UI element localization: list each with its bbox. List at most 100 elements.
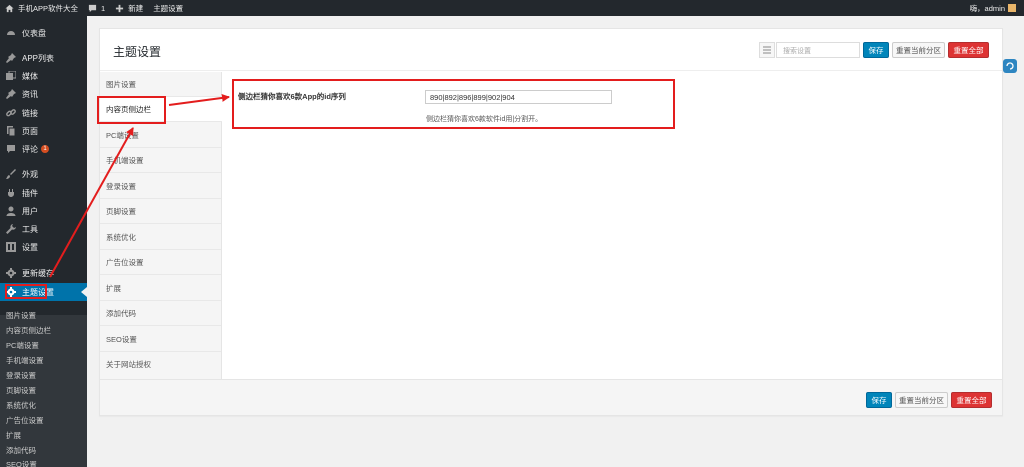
- submenu-item-seo[interactable]: SEO设置: [6, 459, 37, 467]
- app-id-sequence-input[interactable]: [425, 90, 612, 104]
- sidebar-item-label: 设置: [22, 242, 38, 252]
- gear-icon: [5, 286, 17, 298]
- sidebar-item-label: 更新缓存: [22, 268, 54, 278]
- footer-reset-section-button[interactable]: 重置当前分区: [895, 392, 948, 408]
- tab-mobile-settings[interactable]: 手机端设置: [100, 148, 221, 173]
- theme-settings-label: 主题设置: [153, 3, 184, 13]
- tab-system-optimization[interactable]: 系统优化: [100, 225, 221, 250]
- pin-icon: [5, 52, 17, 64]
- tab-content-sidebar[interactable]: 内容页侧边栏: [100, 97, 222, 122]
- submenu-item-image[interactable]: 图片设置: [6, 310, 36, 321]
- settings-tabs: 图片设置 内容页侧边栏 PC端设置 手机端设置 登录设置 页脚设置 系统优化 广…: [100, 72, 222, 379]
- list-icon: [763, 46, 771, 54]
- plus-icon: [116, 4, 124, 12]
- user-icon: [5, 205, 17, 217]
- sidebar-item-tools[interactable]: 工具: [0, 220, 87, 238]
- comment-count-badge: 1: [41, 145, 49, 153]
- tab-site-license[interactable]: 关于网站授权: [100, 352, 221, 377]
- tab-seo-settings[interactable]: SEO设置: [100, 327, 221, 352]
- submenu-item-mobile[interactable]: 手机端设置: [6, 355, 44, 366]
- new-content-link[interactable]: 新建: [110, 0, 148, 16]
- submenu-item-ads[interactable]: 广告位设置: [6, 415, 44, 426]
- tab-login-settings[interactable]: 登录设置: [100, 174, 221, 199]
- plugin-icon: [5, 187, 17, 199]
- submenu-item-optimization[interactable]: 系统优化: [6, 400, 36, 411]
- sidebar-item-label: 外观: [22, 169, 38, 179]
- tab-pc-settings[interactable]: PC端设置: [100, 123, 221, 148]
- admin-sidebar: 仪表盘 APP列表 媒体 资讯 链接 页面 评论 1 外观 插件 用户 工具 设…: [0, 16, 87, 467]
- brush-icon: [5, 168, 17, 180]
- comment-count: 1: [101, 3, 106, 13]
- submenu-item-footer[interactable]: 页脚设置: [6, 385, 36, 396]
- dashboard-icon: [5, 27, 17, 39]
- home-icon: [5, 4, 14, 12]
- comment-icon: [88, 4, 97, 12]
- link-icon: [5, 107, 17, 119]
- sidebar-item-update-cache[interactable]: 更新缓存: [0, 264, 87, 282]
- sidebar-item-users[interactable]: 用户: [0, 202, 87, 220]
- tab-add-code[interactable]: 添加代码: [100, 301, 221, 326]
- sidebar-item-label: 评论: [22, 144, 38, 154]
- tab-footer-settings[interactable]: 页脚设置: [100, 199, 221, 224]
- sidebar-item-label: 用户: [22, 206, 38, 216]
- sidebar-item-appearance[interactable]: 外观: [0, 165, 87, 183]
- sidebar-item-links[interactable]: 链接: [0, 104, 87, 122]
- submenu-item-extensions[interactable]: 扩展: [6, 430, 21, 441]
- page-title: 主题设置: [113, 45, 162, 59]
- sidebar-item-label: 链接: [22, 108, 38, 118]
- submenu-item-pc[interactable]: PC端设置: [6, 340, 39, 351]
- pin-icon: [5, 88, 17, 100]
- greeting: 嗨，admin: [969, 3, 1005, 13]
- comments-link[interactable]: 1: [83, 0, 110, 16]
- footer-reset-all-button[interactable]: 重置全部: [951, 392, 992, 408]
- sidebar-item-settings[interactable]: 设置: [0, 238, 87, 256]
- sidebar-item-theme-settings[interactable]: 主题设置: [0, 283, 87, 301]
- tab-content: 侧边栏猜你喜欢6款App的id序列 侧边栏猜你喜欢6款软件id用|分割开。: [223, 72, 1002, 379]
- expand-toggle-button[interactable]: [759, 42, 775, 58]
- sidebar-item-comments[interactable]: 评论 1: [0, 140, 87, 158]
- tab-ad-settings[interactable]: 广告位设置: [100, 250, 221, 275]
- save-button[interactable]: 保存: [863, 42, 889, 58]
- settings-icon: [5, 241, 17, 253]
- sidebar-item-label: 页面: [22, 126, 38, 136]
- refresh-icon: [1006, 62, 1014, 70]
- tab-extensions[interactable]: 扩展: [100, 276, 221, 301]
- site-name-link[interactable]: 手机APP软件大全: [0, 0, 83, 16]
- sidebar-item-news[interactable]: 资讯: [0, 85, 87, 103]
- page-icon: [5, 125, 17, 137]
- tab-image-settings[interactable]: 图片设置: [100, 72, 221, 97]
- submenu-item-sidebar[interactable]: 内容页侧边栏: [6, 325, 51, 336]
- reset-all-button[interactable]: 重置全部: [948, 42, 989, 58]
- avatar: [1008, 4, 1016, 12]
- options-panel: 主题设置 搜索设置 保存 重置当前分区 重置全部 图片设置 内容页侧边栏 PC端…: [99, 28, 1003, 416]
- sidebar-item-label: 媒体: [22, 71, 38, 81]
- search-input[interactable]: 搜索设置: [776, 42, 860, 58]
- sidebar-item-label: 工具: [22, 224, 38, 234]
- reset-section-button[interactable]: 重置当前分区: [892, 42, 945, 58]
- theme-settings-submenu: 图片设置 内容页侧边栏 PC端设置 手机端设置 登录设置 页脚设置 系统优化 广…: [0, 311, 87, 467]
- gear-icon: [5, 267, 17, 279]
- sidebar-item-label: 资讯: [22, 89, 38, 99]
- submenu-item-add-code[interactable]: 添加代码: [6, 445, 36, 456]
- panel-header: 主题设置 搜索设置 保存 重置当前分区 重置全部: [100, 29, 1002, 71]
- floating-helper-button[interactable]: [1003, 59, 1017, 73]
- sidebar-item-plugins[interactable]: 插件: [0, 184, 87, 202]
- sidebar-item-label: 主题设置: [22, 287, 54, 297]
- footer-save-button[interactable]: 保存: [866, 392, 892, 408]
- panel-footer: 保存 重置当前分区 重置全部: [100, 379, 1002, 415]
- field-description: 侧边栏猜你喜欢6款软件id用|分割开。: [426, 116, 543, 123]
- sidebar-item-pages[interactable]: 页面: [0, 122, 87, 140]
- wrench-icon: [5, 223, 17, 235]
- account-menu[interactable]: 嗨，admin: [970, 0, 1016, 16]
- admin-bar: 手机APP软件大全 1 新建 主题设置 嗨，admin: [0, 0, 1024, 16]
- sidebar-item-app-list[interactable]: APP列表: [0, 49, 87, 67]
- site-name: 手机APP软件大全: [18, 3, 79, 13]
- media-icon: [5, 70, 17, 82]
- sidebar-item-dashboard[interactable]: 仪表盘: [0, 24, 87, 42]
- sidebar-item-label: 仪表盘: [22, 28, 46, 38]
- sidebar-item-label: APP列表: [22, 53, 55, 63]
- theme-settings-link[interactable]: 主题设置: [148, 0, 188, 16]
- field-label: 侧边栏猜你喜欢6款App的id序列: [238, 92, 346, 101]
- submenu-item-login[interactable]: 登录设置: [6, 370, 36, 381]
- sidebar-item-media[interactable]: 媒体: [0, 67, 87, 85]
